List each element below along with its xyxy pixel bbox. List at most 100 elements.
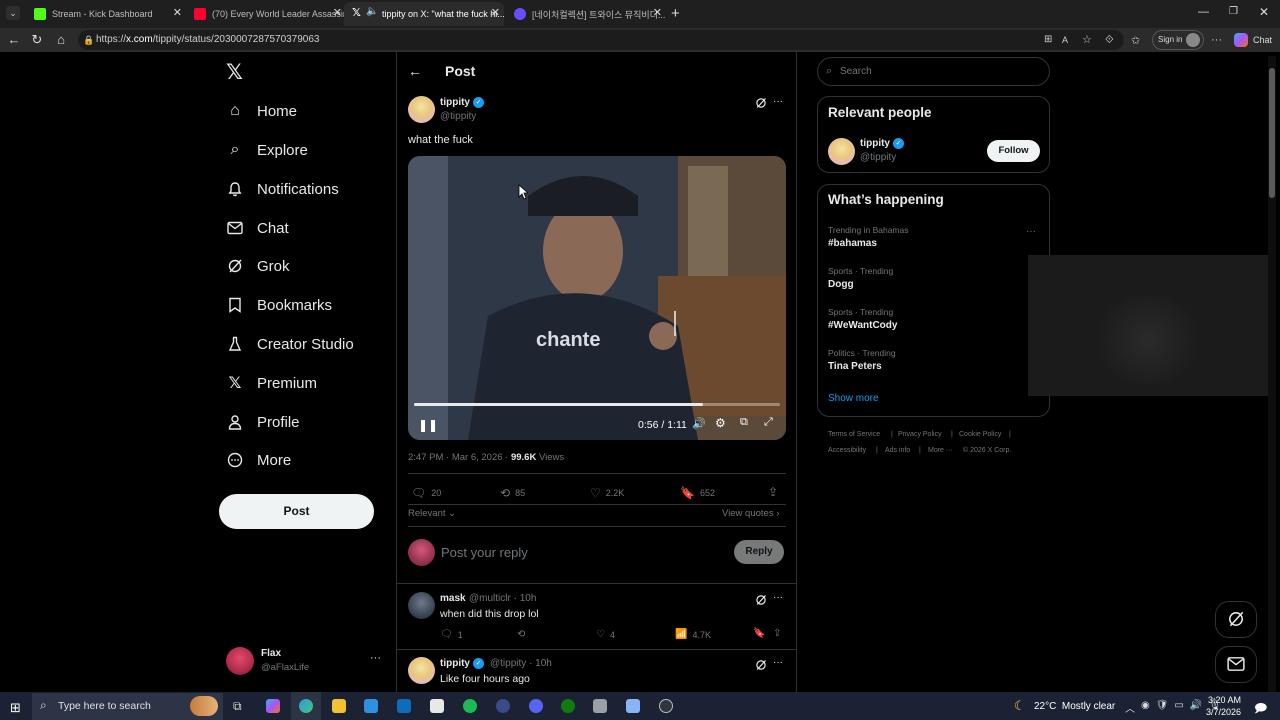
- nav-notifications[interactable]: Notifications: [226, 174, 339, 204]
- read-aloud-icon[interactable]: A: [1062, 30, 1068, 50]
- footer-link-privacy[interactable]: Privacy Policy: [898, 431, 942, 438]
- video-progress-track[interactable]: [414, 403, 780, 406]
- close-icon[interactable]: ✕: [653, 6, 662, 19]
- obs-icon[interactable]: [659, 699, 673, 713]
- browser-tab[interactable]: (70) Every World Leader Assassin... ✕: [182, 2, 346, 26]
- browser-tab[interactable]: [네이처컬렉션] 트와이스 뮤직비디... ✕: [502, 2, 666, 26]
- handle[interactable]: @multiclr: [469, 593, 511, 604]
- copilot-icon[interactable]: [266, 699, 280, 713]
- avatar[interactable]: [408, 657, 435, 684]
- bookmark-button[interactable]: 🔖 652: [680, 486, 715, 500]
- sign-in-button[interactable]: Sign in: [1152, 30, 1204, 50]
- windows-start-icon[interactable]: ⊞: [10, 700, 21, 716]
- favorites-icon[interactable]: ✩: [1131, 34, 1140, 47]
- scrollbar-thumb[interactable]: [1269, 68, 1275, 198]
- more-icon[interactable]: ···: [1026, 226, 1036, 237]
- reply-reply-button[interactable]: 🗨 1: [440, 629, 463, 640]
- nav-chat[interactable]: Chat: [226, 213, 289, 243]
- messages-button[interactable]: [1215, 646, 1257, 683]
- more-icon[interactable]: ···: [773, 657, 783, 668]
- app-available-icon[interactable]: ⊞: [1044, 30, 1052, 50]
- handle[interactable]: @tippity: [490, 658, 526, 669]
- notification-icon[interactable]: 🗩: [1254, 699, 1267, 720]
- reply-author[interactable]: tippity ✓: [440, 658, 484, 669]
- view-quotes-link[interactable]: View quotes ›: [722, 508, 779, 519]
- footer-link-accessibility[interactable]: Accessibility: [828, 447, 866, 454]
- media-app-icon[interactable]: [496, 699, 510, 713]
- person-handle[interactable]: @tippity: [860, 152, 896, 163]
- person-name[interactable]: tippity ✓: [860, 138, 904, 149]
- nav-explore[interactable]: ⌕ Explore: [226, 135, 308, 165]
- repost-button[interactable]: ⟲ 85: [500, 486, 525, 500]
- volume-icon[interactable]: 🔊: [692, 417, 706, 430]
- taskbar-search[interactable]: ⌕ Type here to search: [32, 693, 223, 720]
- follow-button[interactable]: Follow: [987, 140, 1040, 162]
- reply-button[interactable]: 🗨 20: [411, 486, 441, 500]
- nav-more[interactable]: More: [226, 445, 291, 475]
- close-icon[interactable]: ✕: [491, 6, 500, 19]
- post-button[interactable]: Post: [219, 494, 374, 529]
- mini-player[interactable]: [1028, 255, 1268, 396]
- weather-text[interactable]: 22°C Mostly clear: [1034, 701, 1115, 712]
- avatar[interactable]: [408, 96, 435, 123]
- video-player[interactable]: chante ❚❚ 0:56 / 1:11 🔊 ⚙ ⧉ ⤢: [408, 156, 786, 440]
- tab-actions-button[interactable]: ⌄: [6, 6, 20, 20]
- refresh-icon[interactable]: ↻: [29, 32, 45, 48]
- nav-home[interactable]: ⌂ Home: [226, 96, 297, 126]
- close-icon[interactable]: ✕: [333, 6, 342, 19]
- home-icon[interactable]: ⌂: [53, 32, 69, 47]
- sort-dropdown[interactable]: Relevant ⌄: [408, 508, 456, 519]
- reply-input[interactable]: Post your reply: [441, 545, 528, 560]
- bookmark-icon[interactable]: 🔖: [753, 628, 765, 639]
- discord-icon[interactable]: [529, 699, 543, 713]
- reply-like-button[interactable]: ♡ 4: [596, 629, 615, 640]
- favorite-icon[interactable]: ☆: [1082, 30, 1092, 50]
- store-icon[interactable]: [364, 699, 378, 713]
- back-arrow-icon[interactable]: ←: [6, 32, 22, 47]
- settings-icon[interactable]: ⚙: [715, 416, 726, 430]
- outlook-icon[interactable]: [397, 699, 411, 713]
- chat-label[interactable]: Chat: [1253, 35, 1272, 45]
- footer-link-terms[interactable]: Terms of Service: [828, 431, 880, 438]
- app-icon[interactable]: [626, 699, 640, 713]
- reply-views[interactable]: 📶 4.7K: [675, 629, 711, 640]
- close-window-button[interactable]: ✕: [1259, 5, 1269, 19]
- share-icon[interactable]: ⇪: [773, 628, 781, 639]
- clock-time[interactable]: 3:20 AM: [1208, 695, 1241, 705]
- clock-date[interactable]: 3/7/2026: [1206, 707, 1241, 717]
- more-icon[interactable]: ···: [370, 652, 381, 664]
- search-input[interactable]: ⌕ Search: [817, 57, 1050, 86]
- pip-icon[interactable]: ⧉: [740, 416, 748, 429]
- grok-button[interactable]: [1215, 601, 1257, 638]
- footer-link-more[interactable]: More ···: [928, 447, 953, 454]
- fullscreen-icon[interactable]: ⤢: [764, 416, 773, 429]
- back-arrow-icon[interactable]: ←: [408, 63, 422, 79]
- nav-grok[interactable]: Grok: [226, 251, 290, 281]
- tray-chevron-icon[interactable]: ︿: [1125, 700, 1135, 715]
- more-icon[interactable]: ···: [1211, 34, 1222, 46]
- minimize-button[interactable]: —: [1198, 6, 1209, 18]
- footer-link-ads[interactable]: Ads info: [885, 447, 910, 454]
- nav-profile[interactable]: Profile: [226, 407, 300, 437]
- reply-button[interactable]: Reply: [734, 540, 784, 564]
- grok-icon[interactable]: [755, 658, 767, 676]
- show-more-link[interactable]: Show more: [828, 393, 879, 404]
- reply-author[interactable]: mask: [440, 593, 466, 604]
- new-tab-button[interactable]: +: [671, 5, 680, 22]
- x-logo-icon[interactable]: 𝕏: [226, 60, 243, 85]
- post-time[interactable]: 2:47 PM · Mar 6, 2026 ·: [408, 452, 511, 463]
- browser-tab[interactable]: Stream - Kick Dashboard ✕: [22, 2, 186, 26]
- avatar[interactable]: [828, 138, 855, 165]
- weather-icon[interactable]: ☾: [1014, 698, 1026, 714]
- avatar[interactable]: [408, 592, 435, 619]
- spotify-icon[interactable]: [463, 699, 477, 713]
- pause-icon[interactable]: ❚❚: [418, 418, 438, 432]
- file-explorer-icon[interactable]: [332, 699, 346, 713]
- extensions-icon[interactable]: ⟐: [1105, 34, 1114, 47]
- security-icon[interactable]: [593, 699, 607, 713]
- notepad-icon[interactable]: [430, 699, 444, 713]
- browser-tab-active[interactable]: 𝕏 🔈 tippity on X: "what the fuck hi... ✕: [344, 2, 504, 26]
- nav-creator-studio[interactable]: Creator Studio: [226, 329, 354, 359]
- like-button[interactable]: ♡ 2.2K: [590, 486, 624, 500]
- url-field[interactable]: 🔒 https://x.com/tippity/status/203000728…: [78, 30, 1124, 50]
